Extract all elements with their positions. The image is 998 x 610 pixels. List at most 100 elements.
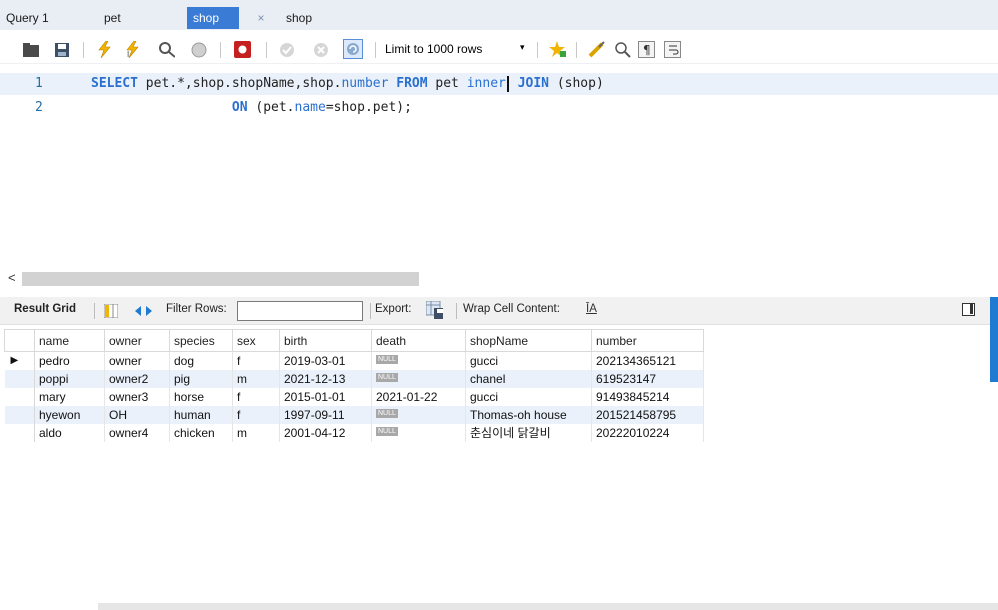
add-snippet-star-icon[interactable]	[549, 41, 566, 58]
cell-shopname[interactable]: chanel	[465, 369, 592, 388]
explain-magnifier-icon[interactable]	[158, 41, 175, 58]
open-folder-icon[interactable]	[22, 41, 39, 58]
cell-name[interactable]: poppi	[34, 369, 105, 388]
cell-number[interactable]: 619523147	[591, 369, 704, 388]
tab-shop[interactable]: shop	[280, 7, 330, 29]
toggle-error-icon[interactable]	[234, 41, 251, 58]
tab-query-1[interactable]: Query 1	[0, 7, 82, 29]
column-header-shopname[interactable]: shopName	[465, 329, 592, 352]
editor-horizontal-scrollbar[interactable]: <	[0, 268, 998, 290]
cell-name[interactable]: mary	[34, 387, 105, 406]
filter-rows-input[interactable]	[237, 301, 363, 321]
cell-number[interactable]: 202134365121	[591, 351, 704, 370]
null-badge: NULL	[376, 408, 398, 418]
cell-shopname[interactable]: 춘심이네 닭갈비	[465, 423, 592, 442]
tab-pet[interactable]: pet	[98, 7, 158, 29]
cell-name[interactable]: pedro	[34, 351, 105, 370]
wrap-cell-icon[interactable]: ĪA	[586, 303, 597, 315]
column-header-number[interactable]: number	[591, 329, 704, 352]
cell-death[interactable]: NULL	[371, 351, 466, 370]
tab-close-icon[interactable]: ×	[250, 7, 272, 29]
scroll-left-icon[interactable]: <	[8, 270, 16, 285]
cell-death[interactable]: NULL	[371, 369, 466, 388]
export-icon[interactable]	[426, 300, 443, 319]
cell-birth[interactable]: 2001-04-12	[279, 423, 372, 442]
cell-name[interactable]: hyewon	[34, 405, 105, 424]
cell-death[interactable]: 2021-01-22	[371, 387, 466, 406]
row-limit-select[interactable]: Limit to 1000 rows	[385, 42, 482, 56]
row-header	[4, 369, 35, 388]
cell-shopname[interactable]: gucci	[465, 351, 592, 370]
table-row[interactable]: aldo owner4 chicken m 2001-04-12 NULL 춘심…	[4, 423, 704, 442]
beautify-brush-icon[interactable]	[588, 41, 605, 58]
editor-line[interactable]: 1 SELECT pet.*,shop.shopName,shop.number…	[0, 73, 998, 95]
column-header-species[interactable]: species	[169, 329, 233, 352]
cell-species[interactable]: pig	[169, 369, 233, 388]
autocommit-toggle-icon[interactable]	[343, 39, 363, 59]
cell-name[interactable]: aldo	[34, 423, 105, 442]
column-header-birth[interactable]: birth	[279, 329, 372, 352]
export-label: Export:	[375, 303, 412, 315]
cell-birth[interactable]: 1997-09-11	[279, 405, 372, 424]
cell-shopname[interactable]: gucci	[465, 387, 592, 406]
side-panel-tab[interactable]	[990, 297, 998, 382]
cell-sex[interactable]: f	[232, 405, 280, 424]
code-text[interactable]: ON (pet.name=shop.pet);	[91, 97, 412, 119]
column-header-death[interactable]: death	[371, 329, 466, 352]
cell-death[interactable]: NULL	[371, 423, 466, 442]
cell-sex[interactable]: m	[232, 369, 280, 388]
save-icon[interactable]	[53, 41, 70, 58]
stop-icon[interactable]	[190, 41, 207, 58]
column-header-owner[interactable]: owner	[104, 329, 170, 352]
cell-number[interactable]: 91493845214	[591, 387, 704, 406]
grid-view-icon[interactable]	[102, 302, 119, 319]
refresh-arrows-icon[interactable]	[135, 302, 152, 319]
cell-shopname[interactable]: Thomas-oh house	[465, 405, 592, 424]
find-magnifier-icon[interactable]	[614, 41, 631, 58]
cell-owner[interactable]: OH	[104, 405, 170, 424]
cell-birth[interactable]: 2019-03-01	[279, 351, 372, 370]
toolbar-divider	[266, 42, 267, 58]
cell-owner[interactable]: owner3	[104, 387, 170, 406]
cell-owner[interactable]: owner	[104, 351, 170, 370]
cell-sex[interactable]: m	[232, 423, 280, 442]
table-row[interactable]: hyewon OH human f 1997-09-11 NULL Thomas…	[4, 405, 704, 424]
cell-sex[interactable]: f	[232, 387, 280, 406]
cell-owner[interactable]: owner2	[104, 369, 170, 388]
rollback-icon[interactable]	[312, 41, 329, 58]
cell-species[interactable]: dog	[169, 351, 233, 370]
cell-death[interactable]: NULL	[371, 405, 466, 424]
tab-shop-active[interactable]: shop	[187, 7, 239, 29]
cell-owner[interactable]: owner4	[104, 423, 170, 442]
sql-editor[interactable]: 1 SELECT pet.*,shop.shopName,shop.number…	[0, 70, 998, 265]
column-header-name[interactable]: name	[34, 329, 105, 352]
editor-line[interactable]: 2 ON (pet.name=shop.pet);	[0, 97, 998, 119]
table-row[interactable]: poppi owner2 pig m 2021-12-13 NULL chane…	[4, 369, 704, 388]
grid-horizontal-scrollbar[interactable]	[98, 603, 998, 610]
column-header-sex[interactable]: sex	[232, 329, 280, 352]
cell-number[interactable]: 20222010224	[591, 423, 704, 442]
wrap-lines-icon[interactable]	[664, 41, 681, 58]
cell-birth[interactable]: 2015-01-01	[279, 387, 372, 406]
cell-birth[interactable]: 2021-12-13	[279, 369, 372, 388]
commit-icon[interactable]	[278, 41, 295, 58]
side-panel-toggle-icon[interactable]	[962, 303, 975, 316]
result-grid[interactable]: name owner species sex birth death shopN…	[4, 329, 704, 442]
cell-species[interactable]: human	[169, 405, 233, 424]
scrollbar-thumb[interactable]	[22, 272, 419, 286]
current-row-marker-icon: ▶	[4, 351, 35, 370]
cell-species[interactable]: horse	[169, 387, 233, 406]
code-text[interactable]: SELECT pet.*,shop.shopName,shop.number F…	[91, 73, 604, 95]
table-row[interactable]: ▶ pedro owner dog f 2019-03-01 NULL gucc…	[4, 351, 704, 370]
result-grid-label[interactable]: Result Grid	[14, 303, 76, 315]
cell-sex[interactable]: f	[232, 351, 280, 370]
cell-species[interactable]: chicken	[169, 423, 233, 442]
table-row[interactable]: mary owner3 horse f 2015-01-01 2021-01-2…	[4, 387, 704, 406]
cell-number[interactable]: 201521458795	[591, 405, 704, 424]
toolbar-divider	[375, 42, 376, 58]
toolbar-divider	[94, 303, 95, 319]
chevron-down-icon[interactable]: ▾	[520, 42, 525, 53]
invisible-chars-icon[interactable]: ¶	[638, 41, 655, 58]
execute-lightning-icon[interactable]	[95, 41, 112, 58]
execute-current-icon[interactable]: I	[124, 41, 141, 58]
